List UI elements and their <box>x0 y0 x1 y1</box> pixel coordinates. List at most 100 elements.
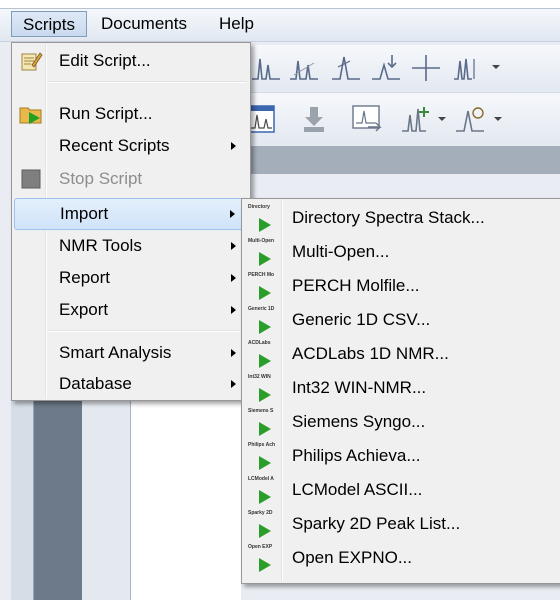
submenu-item-label: Multi-Open... <box>292 242 390 261</box>
toolbar-dropdown-icon-3[interactable] <box>492 113 504 125</box>
play-triangle-icon <box>259 388 271 402</box>
icon-caption: Sparky 2D <box>248 510 273 516</box>
peak-down-icon[interactable] <box>370 53 402 83</box>
icon-caption: Directory <box>248 204 270 210</box>
submenu-arrow-icon <box>231 242 236 250</box>
menu-documents[interactable]: Documents <box>94 11 194 37</box>
processing-icon[interactable] <box>350 103 384 135</box>
submenu-item-directory-spectra-stack[interactable]: Directory Directory Spectra Stack... <box>244 201 560 235</box>
play-triangle-icon <box>259 558 271 572</box>
play-triangle-icon <box>259 422 271 436</box>
toolbar-dropdown-icon-2[interactable] <box>436 113 448 125</box>
icon-caption: LCModel A <box>248 476 274 482</box>
icon-caption: Generic 1D <box>248 306 275 312</box>
play-triangle-icon <box>259 320 271 334</box>
play-triangle-icon <box>259 354 271 368</box>
tab-strip <box>240 146 560 174</box>
submenu-item-lcmodel-ascii[interactable]: LCModel A LCModel ASCII... <box>244 473 560 507</box>
submenu-item-int32-win-nmr[interactable]: Int32 WIN Int32 WIN-NMR... <box>244 371 560 405</box>
play-script-icon: LCModel A <box>248 476 278 506</box>
multiplet-icon[interactable] <box>452 53 484 83</box>
submenu-item-siemens-syngo[interactable]: Siemens S Siemens Syngo... <box>244 405 560 439</box>
menu-item-edit-script[interactable]: Edit Script... <box>14 45 248 77</box>
toolbar-dropdown-icon[interactable] <box>490 61 502 73</box>
play-script-icon: Open EXP <box>248 544 278 574</box>
baseline-icon[interactable] <box>330 53 362 83</box>
menu-item-import[interactable]: Import <box>14 198 248 230</box>
scripts-menu: Edit Script... Run Script... Recent Scri… <box>11 42 251 401</box>
menu-item-database[interactable]: Database <box>14 368 248 400</box>
play-triangle-icon <box>259 252 271 266</box>
menu-item-label: Export <box>59 300 109 319</box>
submenu-item-generic-1d-csv[interactable]: Generic 1D Generic 1D CSV... <box>244 303 560 337</box>
menu-item-label: Recent Scripts <box>59 136 170 155</box>
toolbar-spectrum-tools <box>240 45 560 91</box>
submenu-item-label: Siemens Syngo... <box>292 412 426 431</box>
icon-caption: Open EXP <box>248 544 273 550</box>
menu-item-label: NMR Tools <box>59 236 142 255</box>
play-triangle-icon <box>259 490 271 504</box>
menu-item-export[interactable]: Export <box>14 294 248 326</box>
play-script-icon: Int32 WIN <box>248 374 278 404</box>
play-script-icon: Generic 1D <box>248 306 278 336</box>
crosshair-icon[interactable] <box>410 53 442 83</box>
menu-item-label: Import <box>60 204 109 223</box>
edit-script-icon <box>21 52 43 71</box>
integrate-icon[interactable] <box>288 53 320 83</box>
play-script-icon: PERCH Mo <box>248 272 278 302</box>
icon-caption: PERCH Mo <box>248 272 275 278</box>
menu-item-label: Smart Analysis <box>59 343 172 362</box>
play-script-icon: Sparky 2D <box>248 510 278 540</box>
submenu-item-label: Directory Spectra Stack... <box>292 208 485 227</box>
menu-scripts[interactable]: Scripts <box>11 11 87 37</box>
submenu-item-perch-molfile[interactable]: PERCH Mo PERCH Molfile... <box>244 269 560 303</box>
submenu-item-label: Sparky 2D Peak List... <box>292 514 461 533</box>
submenu-item-philips-achieva[interactable]: Philips Ach Philips Achieva... <box>244 439 560 473</box>
icon-caption: Siemens S <box>248 408 274 414</box>
menu-item-run-script[interactable]: Run Script... <box>14 98 248 130</box>
submenu-arrow-icon <box>230 210 235 218</box>
menu-separator <box>48 81 246 83</box>
submenu-item-label: Open EXPNO... <box>292 548 412 567</box>
menu-item-label: Run Script... <box>59 104 153 123</box>
submenu-arrow-icon <box>231 274 236 282</box>
submenu-item-acdlabs-1d-nmr[interactable]: ACDLabs ACDLabs 1D NMR... <box>244 337 560 371</box>
submenu-item-label: Generic 1D CSV... <box>292 310 431 329</box>
toolbar-processing-tools <box>240 92 560 145</box>
play-script-icon: Multi-Open <box>248 238 278 268</box>
submenu-item-sparky-2d-peak-list[interactable]: Sparky 2D Sparky 2D Peak List... <box>244 507 560 541</box>
menu-item-label: Report <box>59 268 111 287</box>
play-triangle-icon <box>259 524 271 538</box>
menu-item-stop-script[interactable]: Stop Script <box>14 163 248 195</box>
play-triangle-icon <box>259 286 271 300</box>
left-panel-edge <box>82 400 131 600</box>
auto-fit-icon[interactable] <box>454 103 488 135</box>
submenu-item-label: LCModel ASCII... <box>292 480 423 499</box>
run-script-icon <box>19 107 42 124</box>
submenu-item-multi-open[interactable]: Multi-Open Multi-Open... <box>244 235 560 269</box>
submenu-item-label: Int32 WIN-NMR... <box>292 378 427 397</box>
menu-item-report[interactable]: Report <box>14 262 248 294</box>
menu-help[interactable]: Help <box>212 11 261 37</box>
icon-caption: Int32 WIN <box>248 374 271 380</box>
icon-caption: ACDLabs <box>248 340 271 346</box>
peak-pick-icon[interactable] <box>250 53 282 83</box>
submenu-item-open-expno[interactable]: Open EXP Open EXPNO... <box>244 541 560 575</box>
menu-item-smart-analysis[interactable]: Smart Analysis <box>14 337 248 369</box>
menu-item-nmr-tools[interactable]: NMR Tools <box>14 230 248 262</box>
play-script-icon: Siemens S <box>248 408 278 438</box>
add-peak-icon[interactable] <box>400 103 434 135</box>
menu-item-label: Database <box>59 374 132 393</box>
play-script-icon: Directory <box>248 204 278 234</box>
icon-caption: Multi-Open <box>248 238 275 244</box>
import-arrow-icon[interactable] <box>300 103 328 135</box>
play-script-icon: ACDLabs <box>248 340 278 370</box>
submenu-arrow-icon <box>231 349 236 357</box>
submenu-arrow-icon <box>231 306 236 314</box>
submenu-item-label: ACDLabs 1D NMR... <box>292 344 449 363</box>
import-submenu: Directory Directory Spectra Stack... Mul… <box>241 198 560 584</box>
submenu-item-label: PERCH Molfile... <box>292 276 420 295</box>
icon-caption: Philips Ach <box>248 442 276 448</box>
menu-item-recent-scripts[interactable]: Recent Scripts <box>14 130 248 162</box>
submenu-item-label: Philips Achieva... <box>292 446 421 465</box>
